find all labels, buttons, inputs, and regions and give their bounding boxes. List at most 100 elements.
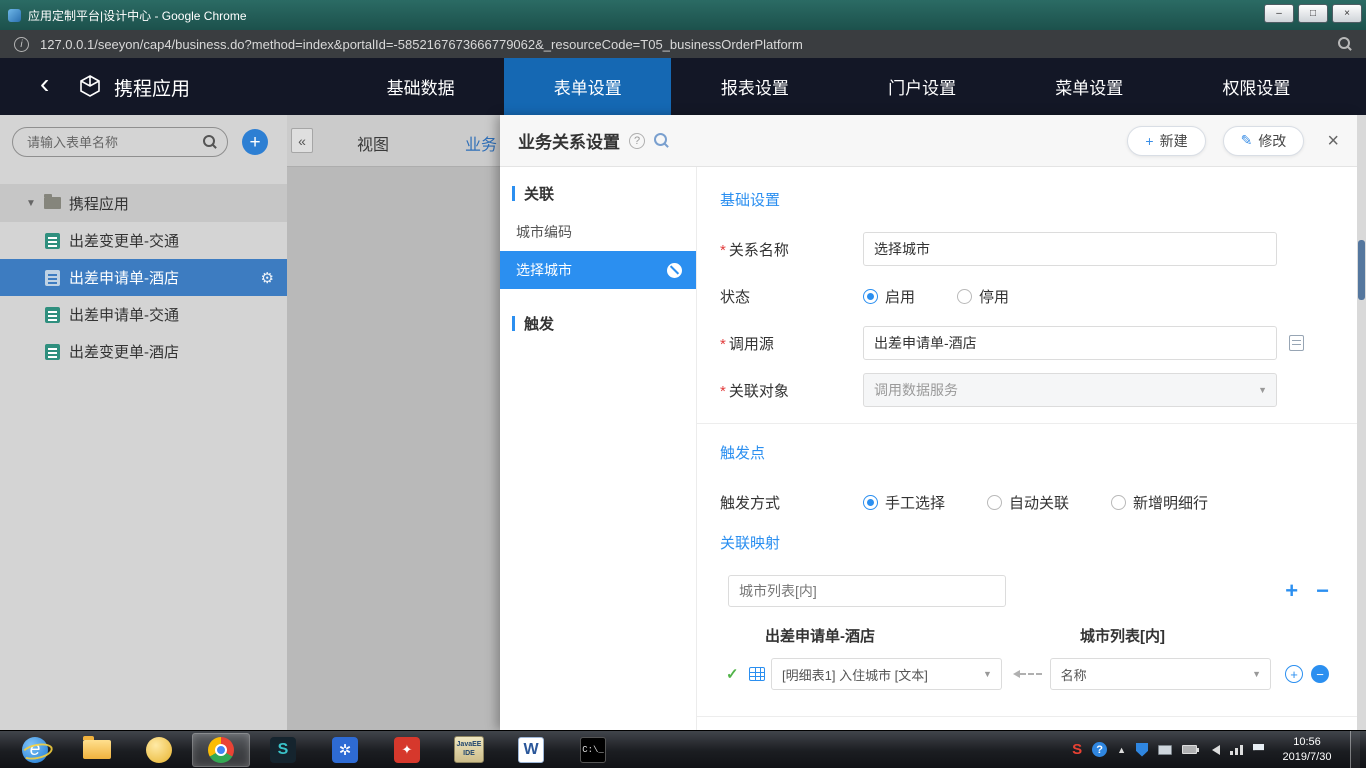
radio-manual-select[interactable]: 手工选择 xyxy=(863,492,945,513)
field-call-source: 调用源 xyxy=(720,326,1329,360)
battery-icon[interactable] xyxy=(1182,745,1197,754)
tab-basic-data[interactable]: 基础数据 xyxy=(337,58,504,115)
radio-unselected-icon[interactable] xyxy=(957,289,972,304)
add-form-button[interactable]: + xyxy=(242,129,268,155)
canvas-tab-business[interactable]: 业务 xyxy=(465,131,497,155)
network-icon[interactable] xyxy=(1230,744,1243,755)
radio-new-detail-row[interactable]: 新增明细行 xyxy=(1111,492,1208,513)
remove-mapping-icon[interactable]: − xyxy=(1316,581,1329,601)
url-text[interactable]: 127.0.0.1/seeyon/cap4/business.do?method… xyxy=(40,37,803,52)
back-icon[interactable]: ‹ xyxy=(40,69,49,99)
gear-icon[interactable]: ⚙ xyxy=(261,269,274,287)
security-shield-icon[interactable] xyxy=(1136,743,1148,757)
add-mapping-icon[interactable]: + xyxy=(1285,581,1298,601)
radio-unselected-icon[interactable] xyxy=(987,495,1002,510)
close-window-button[interactable]: × xyxy=(1332,4,1362,23)
volume-icon[interactable] xyxy=(1207,745,1220,755)
seeyon-app-icon[interactable]: S xyxy=(254,733,312,767)
modify-button[interactable]: ✎ 修改 xyxy=(1223,126,1305,156)
canvas-tab-view[interactable]: 视图 xyxy=(357,131,389,155)
radio-unselected-icon[interactable] xyxy=(1111,495,1126,510)
relation-form: 基础设置 关系名称 状态 启用 停用 xyxy=(697,167,1357,730)
tab-report-settings[interactable]: 报表设置 xyxy=(671,58,838,115)
tree-item-apply-traffic[interactable]: 出差申请单-交通 xyxy=(0,296,287,333)
section-bar xyxy=(512,316,515,331)
add-row-icon[interactable]: + xyxy=(1285,665,1303,683)
tree-item-label[interactable]: 出差变更单-交通 xyxy=(69,230,179,251)
radio-enabled[interactable]: 启用 xyxy=(863,286,915,307)
window-title: 应用定制平台|设计中心 - Google Chrome xyxy=(28,7,247,24)
yellow-app-icon[interactable] xyxy=(130,733,188,767)
page-scrollbar[interactable] xyxy=(1357,115,1366,730)
window-titlebar: 应用定制平台|设计中心 - Google Chrome – □ × xyxy=(0,0,1366,30)
call-source-input[interactable] xyxy=(863,326,1277,360)
section-mapping: 关联映射 xyxy=(720,532,1329,553)
chrome-icon[interactable] xyxy=(192,733,250,767)
tab-portal-settings[interactable]: 门户设置 xyxy=(839,58,1006,115)
scrollbar-thumb[interactable] xyxy=(1358,240,1365,300)
nav-item-label[interactable]: 城市编码 xyxy=(516,222,572,242)
blue-tool-icon[interactable]: ✲ xyxy=(316,733,374,767)
search-icon[interactable] xyxy=(203,135,217,149)
tree-item-label[interactable]: 出差变更单-酒店 xyxy=(69,341,179,362)
nav-item-select-city[interactable]: 选择城市 xyxy=(500,251,696,289)
tab-form-settings[interactable]: 表单设置 xyxy=(504,58,671,115)
collapse-sidebar-button[interactable]: « xyxy=(291,128,313,153)
pencil-icon: ✎ xyxy=(1241,132,1253,149)
tab-permission-settings[interactable]: 权限设置 xyxy=(1173,58,1340,115)
close-dialog-icon[interactable]: × xyxy=(1327,131,1339,151)
detail-table-icon xyxy=(749,667,765,681)
tree-item-apply-hotel[interactable]: 出差申请单-酒店 ⚙ xyxy=(0,259,287,296)
tab-menu-settings[interactable]: 菜单设置 xyxy=(1006,58,1173,115)
relation-target-select[interactable]: 调用数据服务 ▼ xyxy=(863,373,1277,407)
tree-expand-caret-icon[interactable]: ▼ xyxy=(26,198,36,209)
sogou-input-icon[interactable]: S xyxy=(1072,741,1082,758)
maximize-button[interactable]: □ xyxy=(1298,4,1328,23)
source-picker-icon[interactable] xyxy=(1289,335,1304,351)
word-icon[interactable]: W xyxy=(502,733,560,767)
clock-time: 10:56 xyxy=(1293,736,1321,748)
zoom-in-icon[interactable] xyxy=(654,133,669,148)
radio-selected-icon[interactable] xyxy=(863,495,878,510)
new-button-label: 新建 xyxy=(1160,131,1188,151)
search-input[interactable] xyxy=(12,127,228,157)
file-explorer-icon[interactable] xyxy=(68,733,126,767)
nav-item-label[interactable]: 选择城市 xyxy=(516,260,572,280)
javaee-ide-icon[interactable]: JavaEE IDE xyxy=(440,733,498,767)
tree-item-change-hotel[interactable]: 出差变更单-酒店 xyxy=(0,333,287,370)
minimize-button[interactable]: – xyxy=(1264,4,1294,23)
internet-explorer-icon[interactable]: e xyxy=(6,733,64,767)
tree-item-label[interactable]: 出差申请单-酒店 xyxy=(69,267,179,288)
address-bar[interactable]: i 127.0.0.1/seeyon/cap4/business.do?meth… xyxy=(0,30,1366,58)
radio-auto-relate[interactable]: 自动关联 xyxy=(987,492,1069,513)
site-info-icon[interactable]: i xyxy=(14,37,29,52)
clock-date: 2019/7/30 xyxy=(1283,751,1332,763)
relation-name-label: 关系名称 xyxy=(720,239,863,260)
zoom-indicator-icon[interactable] xyxy=(1338,37,1352,51)
show-hidden-icons[interactable]: ▲ xyxy=(1117,745,1126,755)
mapping-filter-input[interactable] xyxy=(728,575,1006,607)
mapping-left-select[interactable]: [明细表1] 入住城市 [文本] ▼ xyxy=(771,658,1002,690)
help-icon[interactable]: ? xyxy=(629,133,645,149)
help-bubble-icon[interactable]: ? xyxy=(1092,742,1107,757)
display-icon[interactable] xyxy=(1158,745,1172,755)
red-app-icon[interactable]: ✦ xyxy=(378,733,436,767)
radio-disabled[interactable]: 停用 xyxy=(957,286,1009,307)
relation-name-input[interactable] xyxy=(863,232,1277,266)
mapping-right-select[interactable]: 名称 ▼ xyxy=(1050,658,1271,690)
show-desktop-button[interactable] xyxy=(1350,731,1360,768)
cmd-icon[interactable]: C:\_ xyxy=(564,733,622,767)
tree-item-change-traffic[interactable]: 出差变更单-交通 xyxy=(0,222,287,259)
action-center-icon[interactable] xyxy=(1253,744,1264,756)
tree-root-label[interactable]: 携程应用 xyxy=(69,193,129,214)
radio-selected-icon[interactable] xyxy=(863,289,878,304)
taskbar-clock[interactable]: 10:56 2019/7/30 xyxy=(1274,735,1340,765)
remove-row-icon[interactable]: − xyxy=(1311,665,1329,683)
nav-item-city-code[interactable]: 城市编码 xyxy=(500,213,696,251)
mapping-table-header: 出差申请单-酒店 城市列表[内] xyxy=(720,625,1329,645)
tree-root-app[interactable]: ▼ 携程应用 xyxy=(0,184,287,222)
radio-enabled-label: 启用 xyxy=(885,286,915,307)
disable-relation-icon[interactable] xyxy=(667,263,682,278)
tree-item-label[interactable]: 出差申请单-交通 xyxy=(69,304,179,325)
new-button[interactable]: + 新建 xyxy=(1127,126,1205,156)
